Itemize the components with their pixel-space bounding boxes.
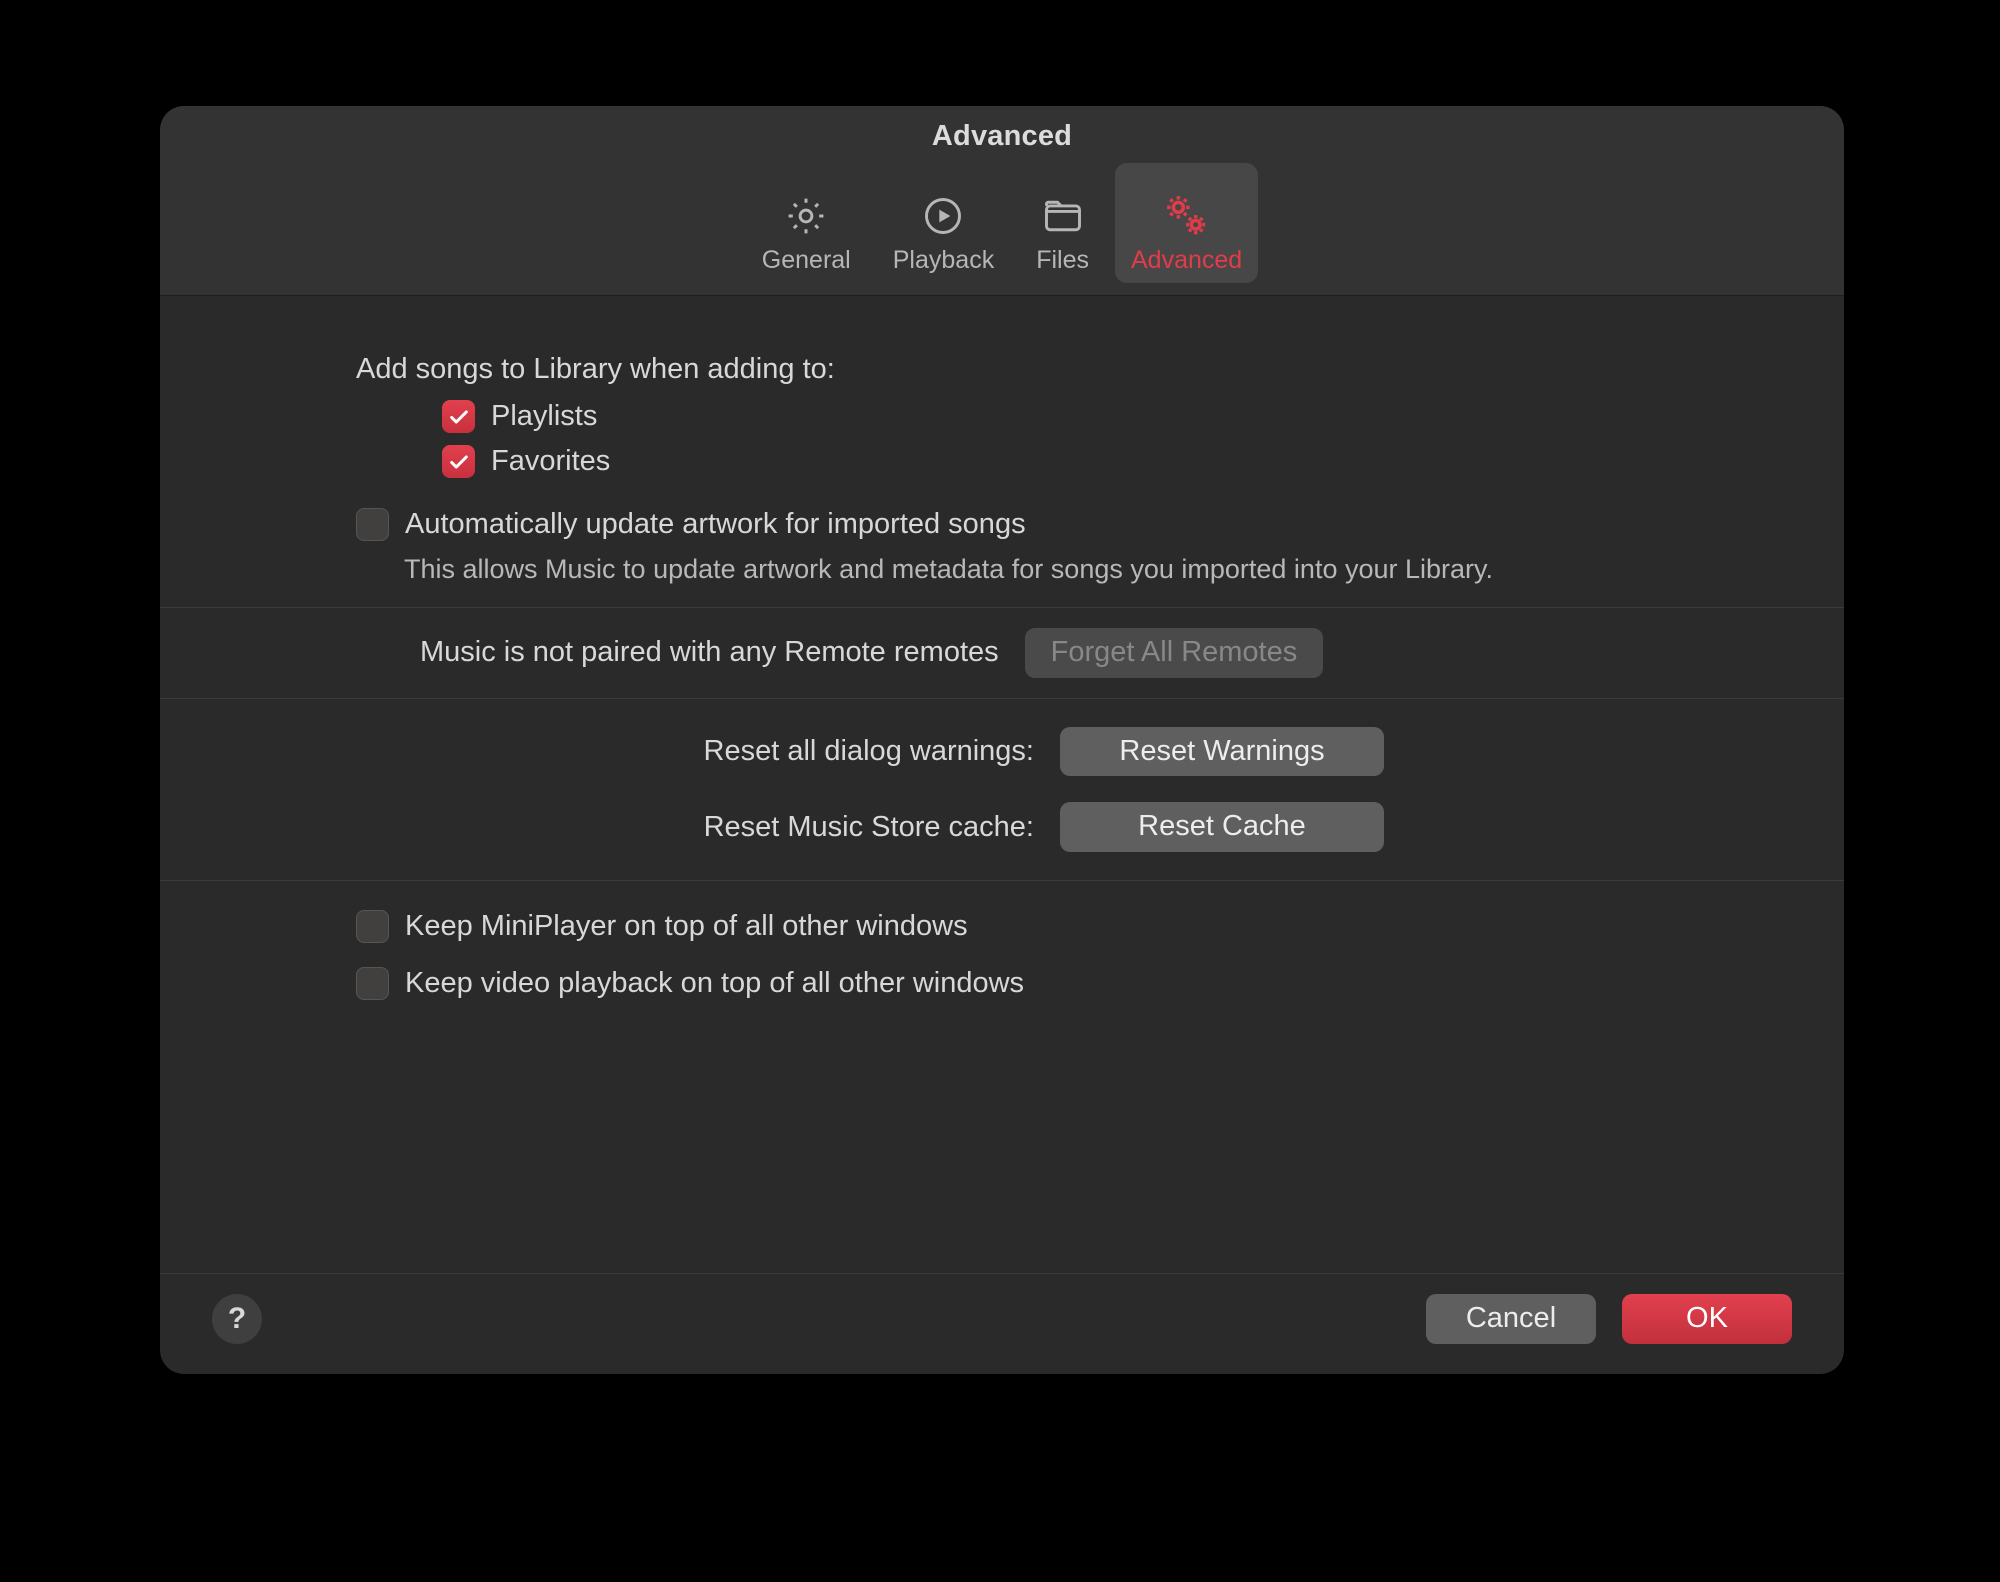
checkbox-label: Playlists [491, 397, 597, 436]
row-video-ontop: Keep video playback on top of all other … [356, 964, 1764, 1003]
row-favorites: Favorites [442, 442, 1764, 481]
row-auto-artwork: Automatically update artwork for importe… [356, 505, 1764, 544]
checkbox-label: Automatically update artwork for importe… [405, 505, 1026, 544]
remote-status-text: Music is not paired with any Remote remo… [420, 633, 999, 672]
checkbox-miniplayer-ontop[interactable] [356, 910, 389, 943]
checkbox-video-ontop[interactable] [356, 967, 389, 1000]
reset-cache-button[interactable]: Reset Cache [1060, 802, 1384, 852]
tab-label: Files [1036, 246, 1089, 275]
checkbox-playlists[interactable] [442, 400, 475, 433]
tab-playback[interactable]: Playback [877, 163, 1010, 283]
row-reset-warnings: Reset all dialog warnings: Reset Warning… [604, 727, 1844, 777]
reset-warnings-button[interactable]: Reset Warnings [1060, 727, 1384, 777]
play-circle-icon [917, 190, 969, 242]
cancel-button[interactable]: Cancel [1426, 1294, 1596, 1344]
checkbox-favorites[interactable] [442, 445, 475, 478]
tab-label: Advanced [1131, 246, 1242, 275]
checkbox-auto-artwork[interactable] [356, 508, 389, 541]
help-button[interactable]: ? [212, 1294, 262, 1344]
row-miniplayer-ontop: Keep MiniPlayer on top of all other wind… [356, 907, 1764, 946]
section-library: Add songs to Library when adding to: Pla… [160, 296, 1844, 608]
tab-advanced[interactable]: Advanced [1115, 163, 1258, 283]
reset-cache-label: Reset Music Store cache: [604, 808, 1034, 847]
tab-label: Playback [893, 246, 994, 275]
row-playlists: Playlists [442, 397, 1764, 436]
window-title: Advanced [160, 120, 1844, 153]
section-remotes: Music is not paired with any Remote remo… [160, 608, 1844, 699]
gears-icon [1161, 190, 1213, 242]
section-ontop: Keep MiniPlayer on top of all other wind… [160, 881, 1844, 1029]
auto-artwork-description: This allows Music to update artwork and … [404, 551, 1604, 587]
titlebar: Advanced General Playba [160, 106, 1844, 296]
preferences-window: Advanced General Playba [160, 106, 1844, 1374]
tab-label: General [762, 246, 851, 275]
tab-bar: General Playback [160, 163, 1844, 283]
checkbox-label: Keep MiniPlayer on top of all other wind… [405, 907, 968, 946]
gear-icon [780, 190, 832, 242]
tab-general[interactable]: General [746, 163, 867, 283]
checkbox-label: Favorites [491, 442, 610, 481]
content-area: Add songs to Library when adding to: Pla… [160, 296, 1844, 1273]
ok-button[interactable]: OK [1622, 1294, 1792, 1344]
tab-files[interactable]: Files [1020, 163, 1105, 283]
checkbox-label: Keep video playback on top of all other … [405, 964, 1024, 1003]
forget-remotes-button[interactable]: Forget All Remotes [1025, 628, 1324, 678]
add-to-library-heading: Add songs to Library when adding to: [356, 350, 1764, 389]
section-reset: Reset all dialog warnings: Reset Warning… [160, 699, 1844, 881]
reset-warnings-label: Reset all dialog warnings: [604, 732, 1034, 771]
row-reset-cache: Reset Music Store cache: Reset Cache [604, 802, 1844, 852]
footer: ? Cancel OK [160, 1273, 1844, 1374]
folder-icon [1037, 190, 1089, 242]
